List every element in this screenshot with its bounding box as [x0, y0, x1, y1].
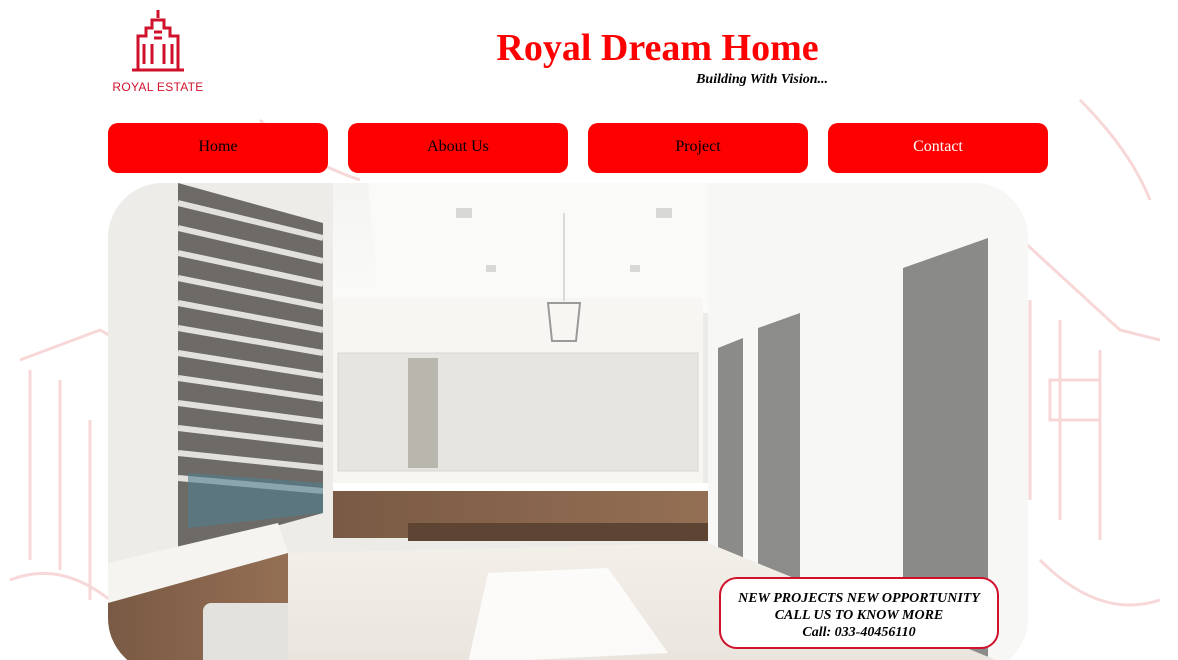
promo-call-box[interactable]: NEW PROJECTS NEW OPPORTUNITY CALL US TO … — [719, 577, 999, 649]
page: ROYAL ESTATE Royal Dream Home Building W… — [0, 0, 1178, 660]
site-title: Royal Dream Home — [496, 27, 819, 69]
logo-text: ROYAL ESTATE — [112, 80, 204, 94]
nav-about-us-button[interactable]: About Us — [348, 123, 568, 173]
nav-contact-button[interactable]: Contact — [828, 123, 1048, 173]
royal-estate-logo[interactable]: ROYAL ESTATE — [108, 6, 208, 98]
nav-project-button[interactable]: Project — [588, 123, 808, 173]
main-nav: Home About Us Project Contact — [108, 123, 1048, 173]
site-tagline: Building With Vision... — [696, 72, 828, 87]
promo-line-2: CALL US TO KNOW MORE — [774, 608, 944, 623]
promo-phone[interactable]: Call: 033-40456110 — [721, 624, 997, 641]
nav-home-button[interactable]: Home — [108, 123, 328, 173]
building-logo-icon — [132, 10, 184, 72]
promo-line-1: NEW PROJECTS NEW OPPORTUNITY — [738, 591, 980, 606]
